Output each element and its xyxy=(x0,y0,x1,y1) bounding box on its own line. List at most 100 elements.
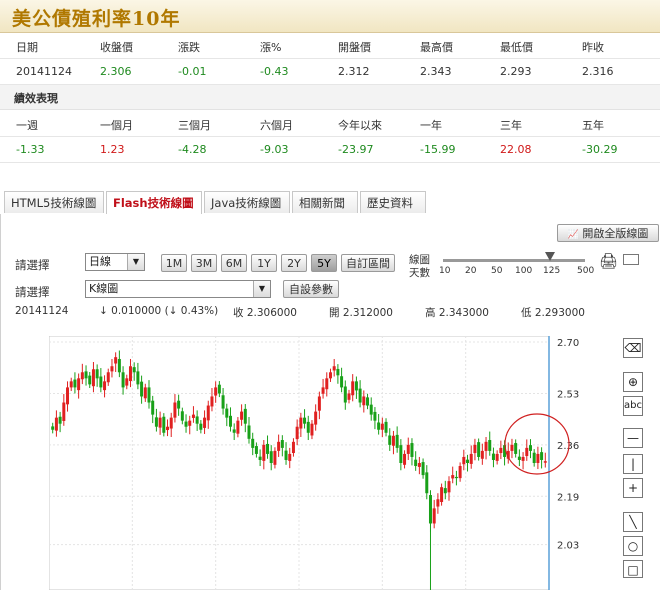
candle-body xyxy=(299,417,303,429)
range-5y-button[interactable]: 5Y xyxy=(311,254,337,272)
vertical-line-icon[interactable]: | xyxy=(623,454,643,474)
horizontal-line-icon[interactable]: — xyxy=(623,428,643,448)
quote-header-date: 日期 xyxy=(16,41,38,54)
tab-flash-chart[interactable]: Flash技術線圖 xyxy=(106,191,202,215)
candle-body xyxy=(199,423,203,430)
candle-body xyxy=(95,369,99,379)
candle-body xyxy=(62,402,66,421)
candle-body xyxy=(158,417,162,428)
perf-ytd: -23.97 xyxy=(338,143,374,156)
info-date: 20141124 xyxy=(15,305,69,317)
candle-body xyxy=(499,447,503,454)
chart-type-select[interactable]: K線圖 ▼ xyxy=(85,280,271,298)
info-change: ↓ 0.010000 (↓ 0.43%) xyxy=(99,305,219,317)
range-3m-button[interactable]: 3M xyxy=(191,254,217,272)
candle-body xyxy=(103,381,107,391)
quote-low: 2.293 xyxy=(500,65,532,78)
candle-body xyxy=(214,387,218,396)
perf-header-3y: 三年 xyxy=(500,119,522,132)
crosshair-icon[interactable]: + xyxy=(623,478,643,498)
candle-body xyxy=(517,456,521,460)
candle-body xyxy=(69,381,73,388)
y-tick-label: 2.03 xyxy=(557,541,579,552)
custom-range-button[interactable]: 自訂區間 xyxy=(341,254,395,272)
custom-params-button[interactable]: 自設參數 xyxy=(283,280,339,298)
rectangle-icon[interactable]: □ xyxy=(623,560,643,578)
range-6m-button[interactable]: 6M xyxy=(221,254,247,272)
quote-header-row: 日期 收盤價 漲跌 漲% 開盤價 最高價 最低價 昨收 xyxy=(0,32,660,59)
chart-panel: 📈 開啟全版線圖 請選擇 日線 ▼ 1M 3M 6M 1Y 2Y 5Y 自訂區間… xyxy=(0,214,660,590)
tab-java-chart[interactable]: Java技術線圖 xyxy=(204,191,290,213)
candle-body xyxy=(117,358,121,373)
performance-header-row: 一週 一個月 三個月 六個月 今年以來 一年 三年 五年 xyxy=(0,110,660,137)
ellipse-icon[interactable]: ○ xyxy=(623,536,643,556)
candle-body xyxy=(354,381,358,391)
candle-body xyxy=(99,376,103,388)
candle-body xyxy=(51,426,55,430)
quote-header-high: 最高價 xyxy=(420,41,453,54)
tab-related-news[interactable]: 相關新聞 xyxy=(292,191,358,213)
candle-body xyxy=(480,450,484,459)
y-tick-label: 2.53 xyxy=(557,389,579,400)
perf-1w: -1.33 xyxy=(16,143,45,156)
perf-header-1m: 一個月 xyxy=(100,119,133,132)
days-slider-handle[interactable] xyxy=(545,252,555,261)
candle-body xyxy=(154,417,158,427)
perf-3y: 22.08 xyxy=(500,143,532,156)
range-1m-button[interactable]: 1M xyxy=(161,254,187,272)
eraser-icon[interactable]: ⌫ xyxy=(623,338,643,358)
candle-body xyxy=(84,371,88,379)
tab-html5-chart[interactable]: HTML5技術線圖 xyxy=(4,191,104,213)
candle-body xyxy=(80,372,84,380)
slider-tick-125: 125 xyxy=(543,266,561,276)
candle-body xyxy=(203,417,207,428)
candle-body xyxy=(514,443,518,454)
candle-body xyxy=(184,421,188,427)
candle-body xyxy=(432,508,436,524)
range-1y-button[interactable]: 1Y xyxy=(251,254,277,272)
quote-open: 2.312 xyxy=(338,65,370,78)
info-low: 低 2.293000 xyxy=(521,307,585,319)
perf-1y: -15.99 xyxy=(420,143,456,156)
y-tick-label: 2.19 xyxy=(557,492,579,503)
candle-body xyxy=(510,444,514,451)
candle-body xyxy=(403,453,407,465)
quote-value-row: 20141124 2.306 -0.01 -0.43 2.312 2.343 2… xyxy=(0,58,660,85)
tab-history[interactable]: 歷史資料 xyxy=(360,191,426,213)
candle-body xyxy=(191,414,195,418)
candle-body xyxy=(54,417,58,431)
candle-body xyxy=(377,422,381,430)
candle-body xyxy=(132,367,136,373)
quote-high: 2.343 xyxy=(420,65,452,78)
candle-body xyxy=(280,440,284,448)
candle-body xyxy=(325,378,329,390)
candle-body xyxy=(428,495,432,524)
trend-line-icon[interactable]: ╲ xyxy=(623,512,643,532)
candle-body xyxy=(347,393,351,400)
range-2y-button[interactable]: 2Y xyxy=(281,254,307,272)
candle-body xyxy=(488,440,492,451)
perf-header-3m: 三個月 xyxy=(178,119,211,132)
candle-body xyxy=(291,441,295,454)
candle-body xyxy=(528,445,532,451)
candle-body xyxy=(88,375,92,385)
performance-title: 績效表現 xyxy=(14,92,58,105)
period-select[interactable]: 日線 ▼ xyxy=(85,253,145,271)
candle-body xyxy=(491,453,495,460)
candle-body xyxy=(477,442,481,457)
candle-body xyxy=(173,402,177,418)
quote-header-open: 開盤價 xyxy=(338,41,371,54)
candle-body xyxy=(443,488,447,494)
candle-body xyxy=(414,459,418,467)
candle-body xyxy=(110,366,114,372)
open-fullscreen-button[interactable]: 📈 開啟全版線圖 xyxy=(557,224,659,242)
mail-icon[interactable] xyxy=(623,254,639,265)
days-slider-track[interactable] xyxy=(443,259,585,262)
printer-icon[interactable]: 🖨 xyxy=(599,252,618,270)
text-tool-icon[interactable]: abc xyxy=(623,396,643,416)
zoom-in-icon[interactable]: ⊕ xyxy=(623,372,643,392)
quote-date: 20141124 xyxy=(16,65,72,78)
candle-body xyxy=(469,453,473,464)
candlestick-chart[interactable]: 2.702.532.362.192.03 xyxy=(49,336,587,590)
info-open: 開 2.312000 xyxy=(329,307,393,319)
